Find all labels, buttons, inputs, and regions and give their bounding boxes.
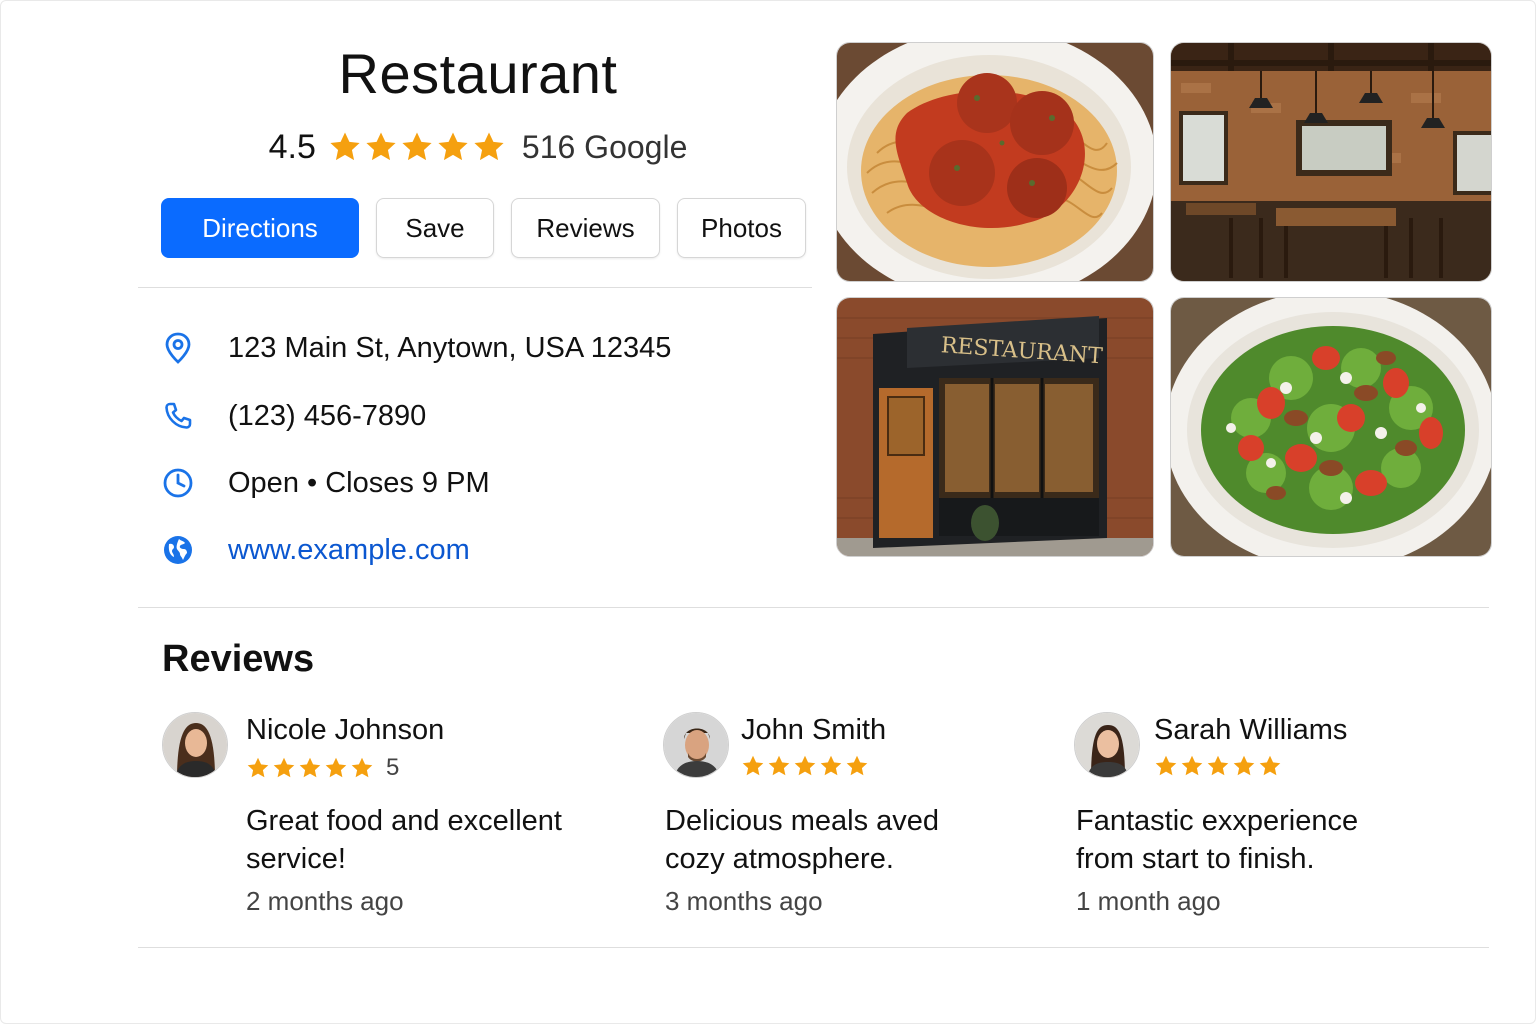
place-title: Restaurant [338, 42, 618, 105]
photo-spaghetti[interactable] [836, 42, 1154, 282]
star-icon [330, 132, 360, 161]
review-text: Delicious meals aved cozy atmosphere. [665, 805, 940, 875]
hours-text: Open • Closes 9 PM [228, 466, 490, 499]
reviewer-name[interactable]: Sarah Williams [1154, 714, 1347, 747]
phone-text: (123) 456-7890 [228, 399, 427, 432]
avatar[interactable] [162, 712, 228, 778]
star-icon [325, 757, 347, 778]
star-icon [1259, 755, 1281, 776]
star-icon [1207, 755, 1229, 776]
clock-icon [160, 465, 196, 501]
reviewer-name[interactable]: John Smith [741, 714, 886, 747]
star-icon [247, 757, 269, 778]
review-stars [741, 754, 869, 778]
website-row[interactable]: www.example.com [160, 528, 470, 572]
avatar[interactable] [663, 712, 729, 778]
photos-button[interactable]: Photos [677, 198, 806, 258]
rating-stars [328, 130, 506, 164]
star-icon [366, 132, 396, 161]
star-icon [768, 755, 790, 776]
star-icon [794, 755, 816, 776]
avatar[interactable] [1074, 712, 1140, 778]
photo-salad[interactable] [1170, 297, 1492, 557]
star-icon [273, 757, 295, 778]
review-card[interactable]: John Smith Delicious meals aved cozy atm… [663, 712, 1063, 932]
hours-row[interactable]: Open • Closes 9 PM [160, 461, 490, 505]
review-card[interactable]: Nicole Johnson 5 Great food and excellen… [162, 712, 562, 932]
star-icon [846, 755, 868, 776]
photo-interior[interactable] [1170, 42, 1492, 282]
star-icon [351, 757, 373, 778]
review-stars [1154, 754, 1282, 778]
review-time: 1 month ago [1076, 886, 1221, 916]
rating-summary[interactable]: 4.5 516 Google [138, 122, 818, 172]
review-stars: 5 [246, 754, 399, 782]
star-icon [820, 755, 842, 776]
review-count[interactable]: 516 Google [522, 129, 687, 166]
review-text: Fantastic exxperience from start to fini… [1076, 805, 1359, 875]
star-icon [1181, 755, 1203, 776]
star-icon [1233, 755, 1255, 776]
reviews-button[interactable]: Reviews [511, 198, 660, 258]
divider [138, 607, 1489, 608]
review-time: 3 months ago [665, 886, 823, 916]
website-link[interactable]: www.example.com [228, 534, 470, 567]
rating-value: 4.5 [268, 127, 316, 166]
reviews-heading: Reviews [162, 638, 315, 680]
star-icon [474, 132, 504, 161]
divider [138, 947, 1489, 948]
review-rating-number: 5 [386, 754, 400, 781]
star-icon [299, 757, 321, 778]
divider [138, 287, 812, 288]
location-pin-icon [160, 330, 196, 366]
star-icon [438, 132, 468, 161]
globe-icon [160, 532, 196, 568]
address-text: 123 Main St, Anytown, USA 12345 [228, 331, 672, 364]
address-row[interactable]: 123 Main St, Anytown, USA 12345 [160, 326, 671, 370]
phone-row[interactable]: (123) 456-7890 [160, 394, 426, 438]
review-card[interactable]: Sarah Williams Fantastic exxperience fro… [1074, 712, 1474, 932]
review-text: Great food and excellent service! [246, 805, 562, 875]
save-button[interactable]: Save [376, 198, 494, 258]
directions-button[interactable]: Directions [161, 198, 359, 258]
star-icon [402, 132, 432, 161]
star-icon [742, 755, 764, 776]
phone-icon [160, 398, 196, 434]
star-icon [1155, 755, 1177, 776]
review-time: 2 months ago [246, 886, 404, 916]
reviewer-name[interactable]: Nicole Johnson [246, 714, 444, 747]
photo-storefront[interactable]: RESTAURANT [836, 297, 1154, 557]
